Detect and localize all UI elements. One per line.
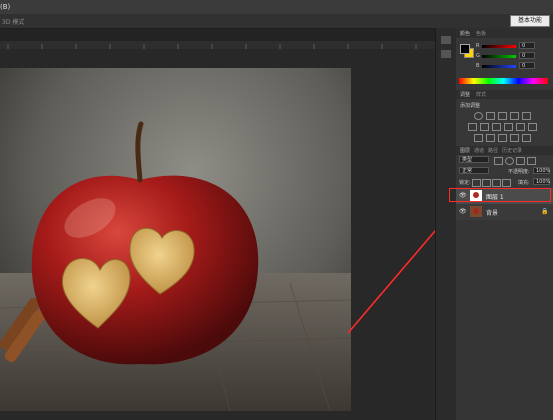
eye-icon[interactable]: 👁: [459, 208, 467, 215]
channel-r-input[interactable]: 0: [519, 42, 535, 49]
opacity-input[interactable]: 100%: [533, 167, 550, 174]
dock-icon-2[interactable]: [441, 50, 451, 58]
fill-input[interactable]: 100%: [533, 178, 550, 185]
color-panel-tabs: 颜色 色板: [456, 28, 553, 38]
channel-b-input[interactable]: 0: [519, 62, 535, 69]
lock-icon: 🔒: [541, 208, 549, 215]
exposure-icon[interactable]: [510, 112, 519, 120]
layer-thumbnail: [470, 206, 482, 217]
apple-photo: [0, 68, 351, 411]
tab-paths[interactable]: 路径: [488, 147, 498, 154]
dock-icon-1[interactable]: [441, 36, 451, 44]
document-tab-bar: [0, 29, 435, 41]
menu-title[interactable]: (B): [0, 3, 10, 11]
filter-type-icon[interactable]: [516, 157, 525, 165]
fill-label: 填充:: [518, 180, 530, 186]
color-balance-icon[interactable]: [480, 123, 489, 131]
adjust-panel-title: 添加调整: [460, 103, 481, 109]
tab-color[interactable]: 颜色: [460, 30, 470, 37]
channel-g-label: G: [476, 53, 480, 59]
channel-g-slider[interactable]: [482, 55, 516, 58]
lock-all-icon[interactable]: [502, 179, 511, 187]
threshold-icon[interactable]: [498, 134, 507, 142]
channel-b-slider[interactable]: [482, 65, 516, 68]
layer-filter-select[interactable]: 类型: [459, 156, 489, 163]
foreground-color-fill: [461, 45, 469, 53]
tab-channels[interactable]: 通道: [474, 147, 484, 154]
lock-brush-icon[interactable]: [482, 179, 491, 187]
curves-icon[interactable]: [498, 112, 507, 120]
channel-r-label: R: [476, 43, 480, 49]
lock-move-icon[interactable]: [492, 179, 501, 187]
workspace-switcher[interactable]: 基本功能: [510, 15, 550, 27]
channel-b-label: B: [476, 63, 480, 69]
posterize-icon[interactable]: [486, 134, 495, 142]
color-spectrum-bar[interactable]: [459, 78, 548, 84]
document-image[interactable]: [0, 68, 351, 411]
ruler-ticks: [7, 44, 417, 49]
channel-r-slider[interactable]: [482, 45, 516, 48]
layers-empty-area: [456, 220, 553, 420]
adjust-panel-tabs: 调整 样式: [456, 90, 553, 99]
channel-mixer-icon[interactable]: [516, 123, 525, 131]
channel-g-input[interactable]: 0: [519, 52, 535, 59]
tab-adjustments[interactable]: 调整: [460, 91, 470, 98]
tab-layers[interactable]: 图层: [460, 147, 470, 154]
tab-swatches[interactable]: 色板: [476, 30, 486, 37]
filter-adjustment-icon[interactable]: [505, 157, 514, 165]
apple-thumb-icon: [473, 208, 479, 214]
brightness-icon[interactable]: [474, 112, 483, 120]
gradient-map-icon[interactable]: [510, 134, 519, 142]
blend-mode-select[interactable]: 正常: [459, 167, 489, 174]
invert-icon[interactable]: [474, 134, 483, 142]
photo-filter-icon[interactable]: [504, 123, 513, 131]
highlight-box: [449, 188, 551, 202]
lock-transparent-icon[interactable]: [472, 179, 481, 187]
panel-dock-strip: [435, 28, 456, 420]
vibrance-icon[interactable]: [522, 112, 531, 120]
right-panel: 颜色 色板 R 0 G 0 B 0 调整 样式 添加调整 图层 通道 路径 历史…: [449, 28, 553, 420]
levels-icon[interactable]: [486, 112, 495, 120]
selective-color-icon[interactable]: [522, 134, 531, 142]
options-bar: 3D 模式 基本功能: [0, 14, 553, 29]
hue-saturation-icon[interactable]: [468, 123, 477, 131]
opacity-label: 不透明度:: [508, 169, 530, 175]
layer-name: 背景: [486, 210, 499, 217]
layers-panel-tabs: 图层 通道 路径 历史记录: [456, 146, 553, 155]
black-white-icon[interactable]: [492, 123, 501, 131]
mode-3d-label[interactable]: 3D 模式: [2, 17, 24, 26]
color-lookup-icon[interactable]: [528, 123, 537, 131]
foreground-color-swatch[interactable]: [460, 44, 470, 54]
tab-history[interactable]: 历史记录: [502, 147, 522, 154]
filter-shape-icon[interactable]: [527, 157, 536, 165]
filter-pixel-icon[interactable]: [494, 157, 503, 165]
tab-styles[interactable]: 样式: [476, 91, 486, 98]
menu-bar: (B): [0, 0, 553, 14]
layer-row[interactable]: 👁 背景 🔒: [456, 204, 553, 220]
lock-label: 锁定:: [459, 180, 471, 186]
